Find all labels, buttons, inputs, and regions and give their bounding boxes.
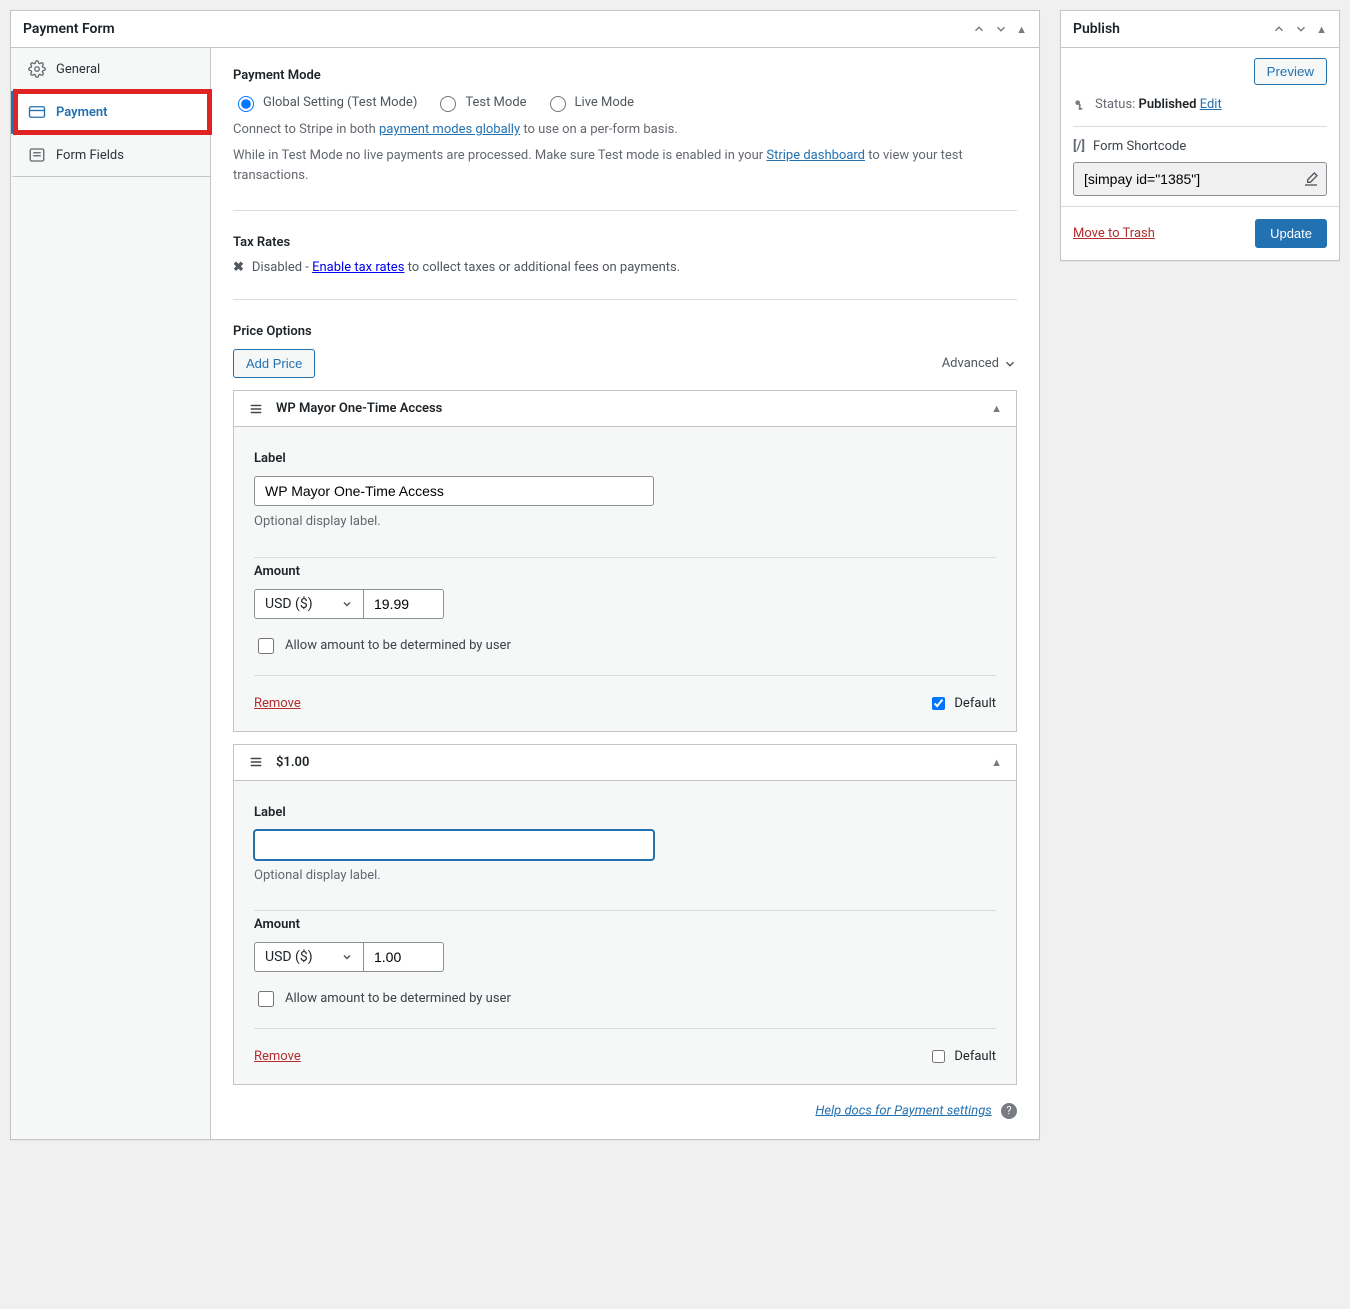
- edit-status-link[interactable]: Edit: [1200, 97, 1222, 112]
- price-options-heading: Price Options: [233, 324, 1017, 339]
- tab-label: Payment: [56, 105, 108, 120]
- link-enable-tax-rates[interactable]: Enable tax rates: [312, 260, 404, 275]
- price-label-input[interactable]: [254, 830, 654, 860]
- tab-label: Form Fields: [56, 148, 124, 163]
- radio-label: Live Mode: [575, 95, 634, 110]
- default-label: Default: [954, 1049, 996, 1064]
- amount-heading: Amount: [254, 917, 996, 932]
- amount-input[interactable]: [364, 942, 444, 972]
- allow-user-amount-label: Allow amount to be determined by user: [285, 991, 511, 1006]
- price-item: $1.00 ▲ Label Optional display label. Am…: [233, 744, 1017, 1085]
- tab-label: General: [56, 62, 100, 77]
- tab-payment[interactable]: Payment: [11, 91, 211, 134]
- payment-mode-desc2: While in Test Mode no live payments are …: [233, 146, 1017, 186]
- move-up-icon[interactable]: [968, 20, 990, 38]
- label-hint: Optional display label.: [254, 512, 996, 532]
- tax-heading: Tax Rates: [233, 235, 1017, 250]
- add-price-button[interactable]: Add Price: [233, 349, 315, 378]
- radio-label: Global Setting (Test Mode): [263, 95, 417, 110]
- collapse-price-icon[interactable]: ▲: [991, 756, 1002, 769]
- move-up-icon[interactable]: [1268, 20, 1290, 38]
- remove-price-link[interactable]: Remove: [254, 1049, 301, 1064]
- credit-card-icon: [28, 103, 46, 121]
- x-icon: ✖: [233, 260, 244, 275]
- radio-label: Test Mode: [465, 95, 526, 110]
- radio-global[interactable]: Global Setting (Test Mode): [233, 93, 417, 112]
- help-icon[interactable]: ?: [1001, 1103, 1017, 1119]
- price-item: WP Mayor One-Time Access ▲ Label Optiona…: [233, 390, 1017, 731]
- label-heading: Label: [254, 451, 996, 466]
- move-to-trash-link[interactable]: Move to Trash: [1073, 226, 1155, 241]
- label-heading: Label: [254, 805, 996, 820]
- status-label: Status:: [1095, 97, 1139, 112]
- status-value: Published: [1139, 97, 1197, 112]
- collapse-panel-icon[interactable]: ▲: [1012, 21, 1031, 38]
- link-stripe-dashboard[interactable]: Stripe dashboard: [766, 148, 865, 163]
- drag-handle-icon[interactable]: [248, 402, 264, 416]
- remove-price-link[interactable]: Remove: [254, 696, 301, 711]
- gear-icon: [28, 60, 46, 78]
- currency-value: USD ($): [265, 596, 313, 612]
- shortcode-input[interactable]: [1073, 162, 1327, 196]
- allow-user-amount-checkbox[interactable]: Allow amount to be determined by user: [254, 988, 996, 1010]
- key-icon: [1073, 98, 1087, 112]
- currency-value: USD ($): [265, 949, 313, 965]
- publish-title: Publish: [1061, 11, 1132, 47]
- shortcode-label: Form Shortcode: [1093, 139, 1186, 154]
- default-label: Default: [954, 696, 996, 711]
- copy-shortcode-icon[interactable]: [1303, 171, 1319, 187]
- price-item-title: $1.00: [276, 755, 309, 770]
- tab-form-fields[interactable]: Form Fields: [11, 134, 210, 177]
- tab-general[interactable]: General: [11, 48, 210, 91]
- payment-mode-heading: Payment Mode: [233, 68, 1017, 83]
- currency-select[interactable]: USD ($): [254, 589, 364, 619]
- default-price-checkbox[interactable]: Default: [928, 1047, 996, 1066]
- collapse-price-icon[interactable]: ▲: [991, 402, 1002, 415]
- price-item-title: WP Mayor One-Time Access: [276, 401, 442, 416]
- radio-live[interactable]: Live Mode: [545, 93, 634, 112]
- help-docs-link[interactable]: Help docs for Payment settings: [815, 1103, 991, 1118]
- advanced-toggle[interactable]: Advanced: [942, 356, 1017, 371]
- collapse-panel-icon[interactable]: ▲: [1312, 21, 1331, 38]
- update-button[interactable]: Update: [1255, 219, 1327, 248]
- allow-user-amount-checkbox[interactable]: Allow amount to be determined by user: [254, 635, 996, 657]
- move-down-icon[interactable]: [990, 20, 1012, 38]
- form-fields-icon: [28, 146, 46, 164]
- default-price-checkbox[interactable]: Default: [928, 694, 996, 713]
- advanced-label: Advanced: [942, 356, 999, 371]
- amount-heading: Amount: [254, 564, 996, 579]
- link-payment-modes-globally[interactable]: payment modes globally: [379, 122, 520, 137]
- shortcode-icon: [/]: [1073, 139, 1085, 154]
- price-label-input[interactable]: [254, 476, 654, 506]
- radio-test[interactable]: Test Mode: [435, 93, 526, 112]
- drag-handle-icon[interactable]: [248, 755, 264, 769]
- payment-mode-desc1: Connect to Stripe in both payment modes …: [233, 120, 1017, 140]
- tax-status: ✖ Disabled - Enable tax rates to collect…: [233, 260, 1017, 275]
- amount-input[interactable]: [364, 589, 444, 619]
- panel-title: Payment Form: [11, 11, 127, 47]
- currency-select[interactable]: USD ($): [254, 942, 364, 972]
- move-down-icon[interactable]: [1290, 20, 1312, 38]
- allow-user-amount-label: Allow amount to be determined by user: [285, 638, 511, 653]
- preview-button[interactable]: Preview: [1254, 58, 1327, 85]
- label-hint: Optional display label.: [254, 866, 996, 886]
